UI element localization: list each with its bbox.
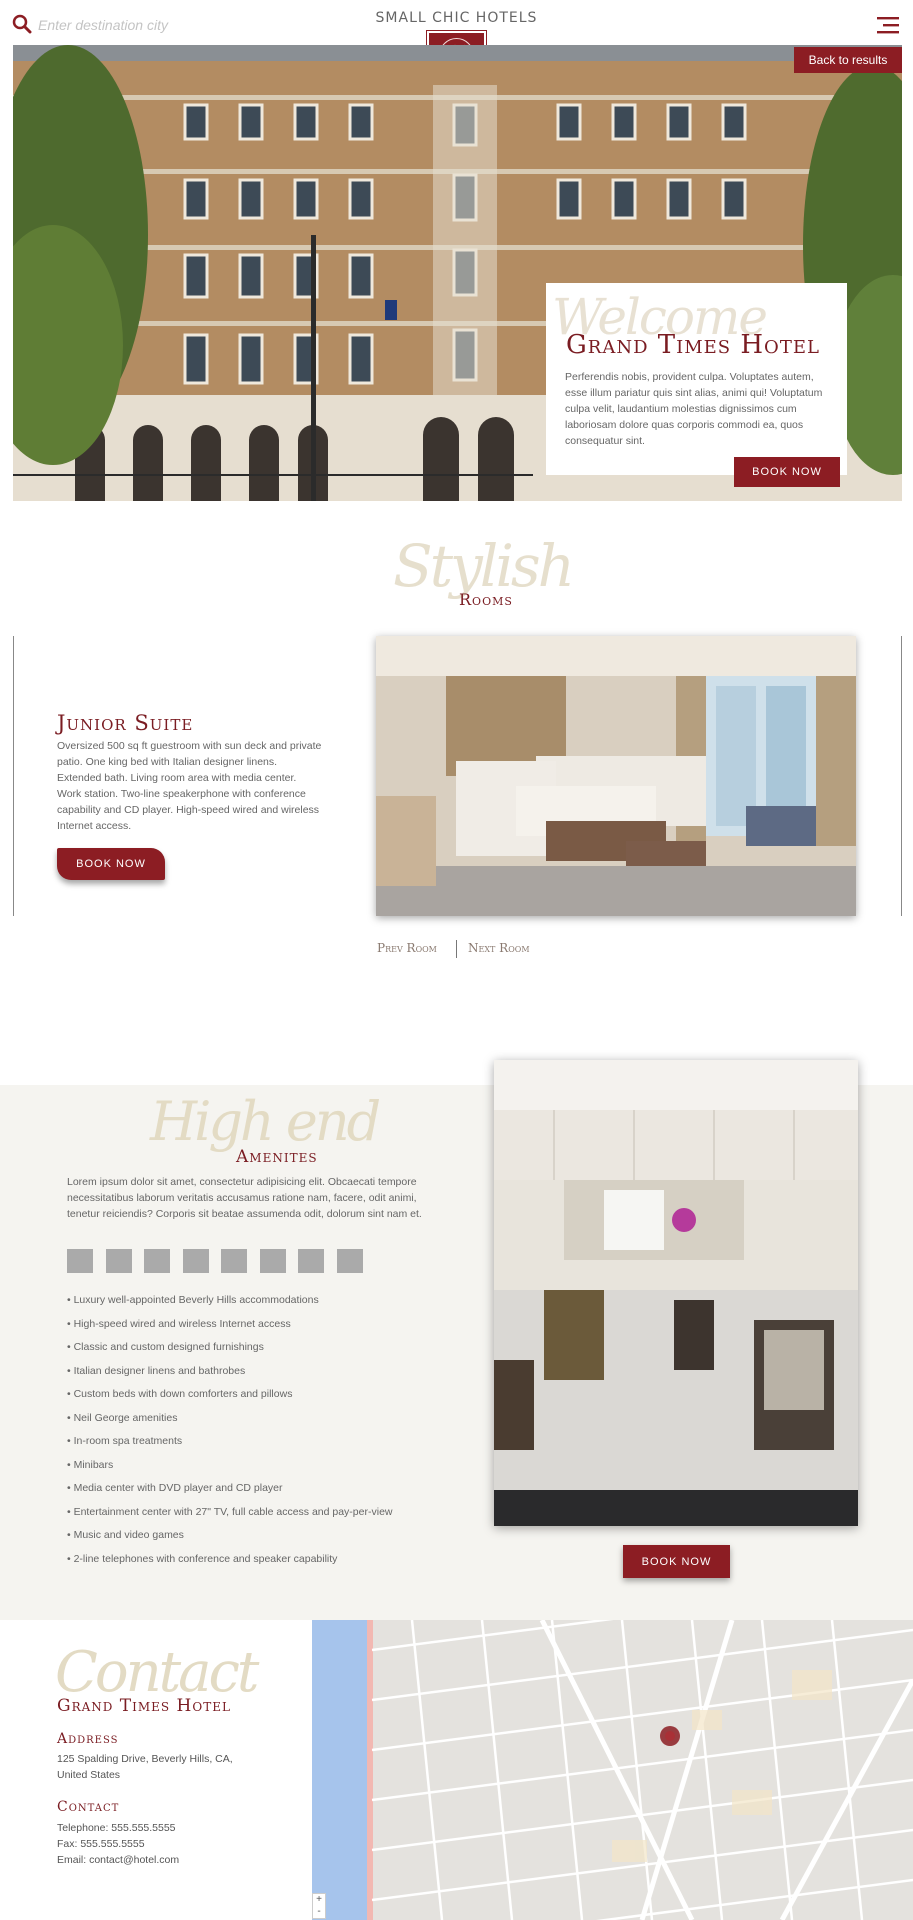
- amenities-section-title: Amenites: [236, 1147, 318, 1167]
- zoom-out-button[interactable]: -: [313, 1906, 325, 1918]
- room-nav-separator: [456, 940, 457, 958]
- amenity-thumbnail[interactable]: [67, 1249, 93, 1273]
- list-item: Custom beds with down comforters and pil…: [67, 1388, 393, 1412]
- amenity-thumbnail[interactable]: [221, 1249, 247, 1273]
- list-item: Music and video games: [67, 1529, 393, 1553]
- contact-hotel-name: Grand Times Hotel: [57, 1696, 231, 1716]
- address-line-2: United States: [57, 1769, 121, 1781]
- rooms-left-divider: [13, 636, 14, 916]
- list-item: Entertainment center with 27" TV, full c…: [67, 1506, 393, 1530]
- destination-search-input[interactable]: [38, 17, 298, 33]
- list-item: Neil George amenities: [67, 1412, 393, 1436]
- room-book-now-button[interactable]: BOOK NOW: [57, 848, 165, 880]
- list-item: Media center with DVD player and CD play…: [67, 1482, 393, 1506]
- next-room-link[interactable]: Next Room: [468, 941, 530, 955]
- amenity-thumbnail[interactable]: [260, 1249, 286, 1273]
- search-icon[interactable]: [12, 14, 32, 34]
- hamburger-menu-icon[interactable]: [877, 16, 899, 34]
- brand-name: SMALL CHIC HOTELS: [375, 10, 538, 26]
- telephone-text: Telephone: 555.555.5555: [57, 1822, 176, 1834]
- junior-suite-photo: [376, 636, 856, 916]
- amenity-thumbnail[interactable]: [183, 1249, 209, 1273]
- rooms-section-title: Rooms: [459, 590, 513, 609]
- list-item: In-room spa treatments: [67, 1435, 393, 1459]
- list-item: Minibars: [67, 1459, 393, 1483]
- rooms-right-divider: [901, 636, 902, 916]
- map-zoom-control[interactable]: + -: [312, 1893, 326, 1919]
- list-item: 2-line telephones with conference and sp…: [67, 1553, 393, 1577]
- amenity-thumbnail[interactable]: [144, 1249, 170, 1273]
- hero-book-now-button[interactable]: BOOK NOW: [734, 457, 840, 487]
- high-end-script-text: High end: [150, 1090, 381, 1153]
- amenity-thumbnail[interactable]: [106, 1249, 132, 1273]
- amenities-list: Luxury well-appointed Beverly Hills acco…: [67, 1294, 393, 1576]
- list-item: Italian designer linens and bathrobes: [67, 1365, 393, 1389]
- address-heading: Address: [57, 1731, 119, 1747]
- hotel-name-title: Grand Times Hotel: [566, 330, 820, 360]
- list-item: High-speed wired and wireless Internet a…: [67, 1318, 393, 1342]
- amenity-thumbnail[interactable]: [337, 1249, 363, 1273]
- amenities-description: Lorem ipsum dolor sit amet, consectetur …: [67, 1176, 422, 1220]
- email-text[interactable]: Email: contact@hotel.com: [57, 1852, 179, 1868]
- fax-text: Fax: 555.555.5555: [57, 1838, 145, 1850]
- address-line-1: 125 Spalding Drive, Beverly Hills, CA,: [57, 1753, 233, 1765]
- location-map[interactable]: [312, 1620, 913, 1920]
- hotel-description: Perferendis nobis, provident culpa. Volu…: [565, 371, 823, 447]
- list-item: Luxury well-appointed Beverly Hills acco…: [67, 1294, 393, 1318]
- list-item: Classic and custom designed furnishings: [67, 1341, 393, 1365]
- lounge-photo: [494, 1060, 858, 1526]
- zoom-in-button[interactable]: +: [313, 1894, 325, 1906]
- prev-room-link[interactable]: Prev Room: [377, 941, 437, 955]
- amenities-book-now-button[interactable]: BOOK NOW: [623, 1545, 730, 1578]
- contact-heading: Contact: [57, 1799, 120, 1815]
- back-to-results-button[interactable]: Back to results: [794, 47, 902, 73]
- room-description: Oversized 500 sq ft guestroom with sun d…: [57, 740, 322, 832]
- amenity-thumbnail[interactable]: [298, 1249, 324, 1273]
- room-title: Junior Suite: [57, 711, 194, 735]
